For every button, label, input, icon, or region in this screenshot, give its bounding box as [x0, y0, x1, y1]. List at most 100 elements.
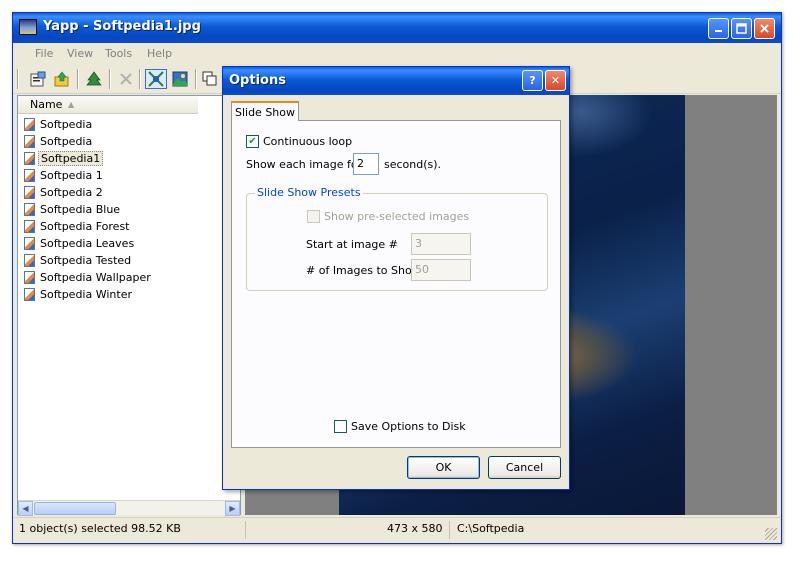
menu-bar: File View Tools Help	[13, 43, 781, 63]
menu-file[interactable]: File	[35, 47, 53, 60]
show-preselected-row[interactable]: Show pre-selected images	[307, 210, 469, 223]
file-name: Softpedia Tested	[40, 254, 132, 267]
seconds-suffix: second(s).	[384, 158, 442, 171]
toolbar-separator	[77, 69, 79, 89]
status-bar: 1 object(s) selected 98.52 KB 473 x 580 …	[13, 517, 781, 542]
window-title: Yapp - Softpedia1.jpg	[43, 19, 201, 34]
tab-slide-show[interactable]: Slide Show	[231, 101, 299, 121]
image-file-icon	[24, 203, 35, 216]
list-item[interactable]: Softpedia	[24, 133, 94, 150]
close-glyph: ✕	[550, 74, 561, 87]
list-item[interactable]: Softpedia 1	[24, 167, 105, 184]
list-item[interactable]: Softpedia	[24, 116, 94, 133]
fit-icon[interactable]	[145, 69, 167, 89]
status-divider	[449, 521, 450, 539]
seconds-input[interactable]: 2	[353, 153, 379, 175]
file-name: Softpedia1	[38, 151, 104, 166]
column-header-label: Name	[30, 98, 63, 111]
close-icon[interactable]	[754, 18, 775, 39]
image-file-icon	[24, 254, 35, 267]
status-selection: 1 object(s) selected 98.52 KB	[19, 522, 181, 535]
image-file-icon	[24, 186, 35, 199]
scrollbar-thumb[interactable]	[34, 502, 116, 515]
menu-help[interactable]: Help	[147, 47, 172, 60]
help-glyph: ?	[529, 74, 536, 87]
dialog-title: Options	[229, 73, 286, 88]
tree-icon[interactable]	[83, 69, 105, 89]
image-file-icon	[24, 271, 35, 284]
save-options-label: Save Options to Disk	[351, 420, 466, 433]
menu-view[interactable]: View	[67, 47, 93, 60]
maximize-icon[interactable]	[731, 18, 752, 39]
ok-button[interactable]: OK	[407, 456, 480, 479]
image-file-icon	[24, 220, 35, 233]
status-path: C:\Softpedia	[457, 522, 525, 535]
list-item[interactable]: Softpedia 2	[24, 184, 105, 201]
list-item[interactable]: Softpedia Forest	[24, 218, 132, 235]
scroll-right-icon[interactable]: ▶	[225, 501, 240, 516]
cancel-button[interactable]: Cancel	[488, 456, 561, 479]
title-bar[interactable]: Yapp - Softpedia1.jpg	[13, 13, 781, 43]
delete-icon[interactable]	[115, 69, 137, 89]
save-options-checkbox[interactable]	[334, 420, 347, 433]
help-icon[interactable]: ?	[522, 70, 543, 91]
options-dialog: Options ? ✕ Slide Show ✔ Continuous loop…	[222, 66, 570, 490]
sort-ascending-icon: ▲	[68, 100, 75, 109]
tab-panel: ✔ Continuous loop Show each image for 2 …	[231, 120, 561, 448]
continuous-loop-label: Continuous loop	[263, 135, 353, 148]
list-item[interactable]: Softpedia Leaves	[24, 235, 136, 252]
image-file-icon	[24, 152, 35, 165]
dialog-close-icon[interactable]: ✕	[545, 70, 566, 91]
list-item[interactable]: Softpedia Wallpaper	[24, 269, 153, 286]
menu-tools[interactable]: Tools	[105, 47, 132, 60]
start-at-label: Start at image #	[306, 238, 398, 251]
image-file-icon	[24, 237, 35, 250]
start-at-input[interactable]: 3	[411, 233, 471, 255]
scroll-left-icon[interactable]: ◀	[18, 501, 33, 516]
file-name: Softpedia Wallpaper	[40, 271, 151, 284]
file-name: Softpedia Blue	[40, 203, 121, 216]
resize-grip-icon[interactable]	[765, 528, 777, 540]
landscape-app-icon	[19, 19, 37, 35]
images-count-label: # of Images to Show	[306, 264, 421, 277]
file-name: Softpedia Leaves	[40, 237, 135, 250]
status-dimensions: 473 x 580	[387, 522, 443, 535]
copy-icon[interactable]	[199, 69, 221, 89]
image-file-icon	[24, 288, 35, 301]
file-list[interactable]: Name ▲ Softpedia Softpedia Softpedia1 So…	[17, 95, 241, 516]
slide-show-presets-group: Slide Show Presets Show pre-selected ima…	[246, 186, 548, 291]
continuous-loop-row[interactable]: ✔ Continuous loop	[246, 135, 352, 148]
list-item[interactable]: Softpedia Tested	[24, 252, 133, 269]
continuous-loop-checkbox[interactable]: ✔	[246, 135, 259, 148]
toolbar-separator	[139, 69, 141, 89]
up-folder-icon[interactable]	[51, 69, 73, 89]
list-item[interactable]: Softpedia Blue	[24, 201, 122, 218]
file-name: Softpedia	[40, 118, 93, 131]
list-item[interactable]: Softpedia Winter	[24, 286, 134, 303]
save-options-row[interactable]: Save Options to Disk	[334, 420, 466, 433]
status-divider	[245, 521, 246, 539]
properties-icon[interactable]	[27, 69, 49, 89]
toolbar-separator	[109, 69, 111, 89]
list-item-selected[interactable]: Softpedia1	[24, 150, 104, 167]
horizontal-scrollbar[interactable]: ◀ ▶	[18, 500, 240, 516]
file-name: Softpedia 1	[40, 169, 103, 182]
file-name: Softpedia Winter	[40, 288, 132, 301]
show-preselected-label: Show pre-selected images	[324, 210, 470, 223]
images-count-input[interactable]: 50	[411, 259, 471, 281]
dialog-title-bar[interactable]: Options ? ✕	[223, 67, 569, 95]
file-name: Softpedia Forest	[40, 220, 130, 233]
presets-group-title: Slide Show Presets	[255, 186, 363, 199]
minimize-icon[interactable]	[708, 18, 729, 39]
toolbar-grip	[17, 69, 19, 89]
show-preselected-checkbox[interactable]	[307, 210, 320, 223]
image-file-icon	[24, 118, 35, 131]
image-icon[interactable]	[169, 69, 191, 89]
image-file-icon	[24, 169, 35, 182]
file-name: Softpedia 2	[40, 186, 103, 199]
image-file-icon	[24, 135, 35, 148]
column-header-name[interactable]: Name ▲	[18, 96, 198, 114]
toolbar-separator	[195, 69, 197, 89]
file-name: Softpedia	[40, 135, 93, 148]
show-each-label: Show each image for	[246, 158, 363, 171]
